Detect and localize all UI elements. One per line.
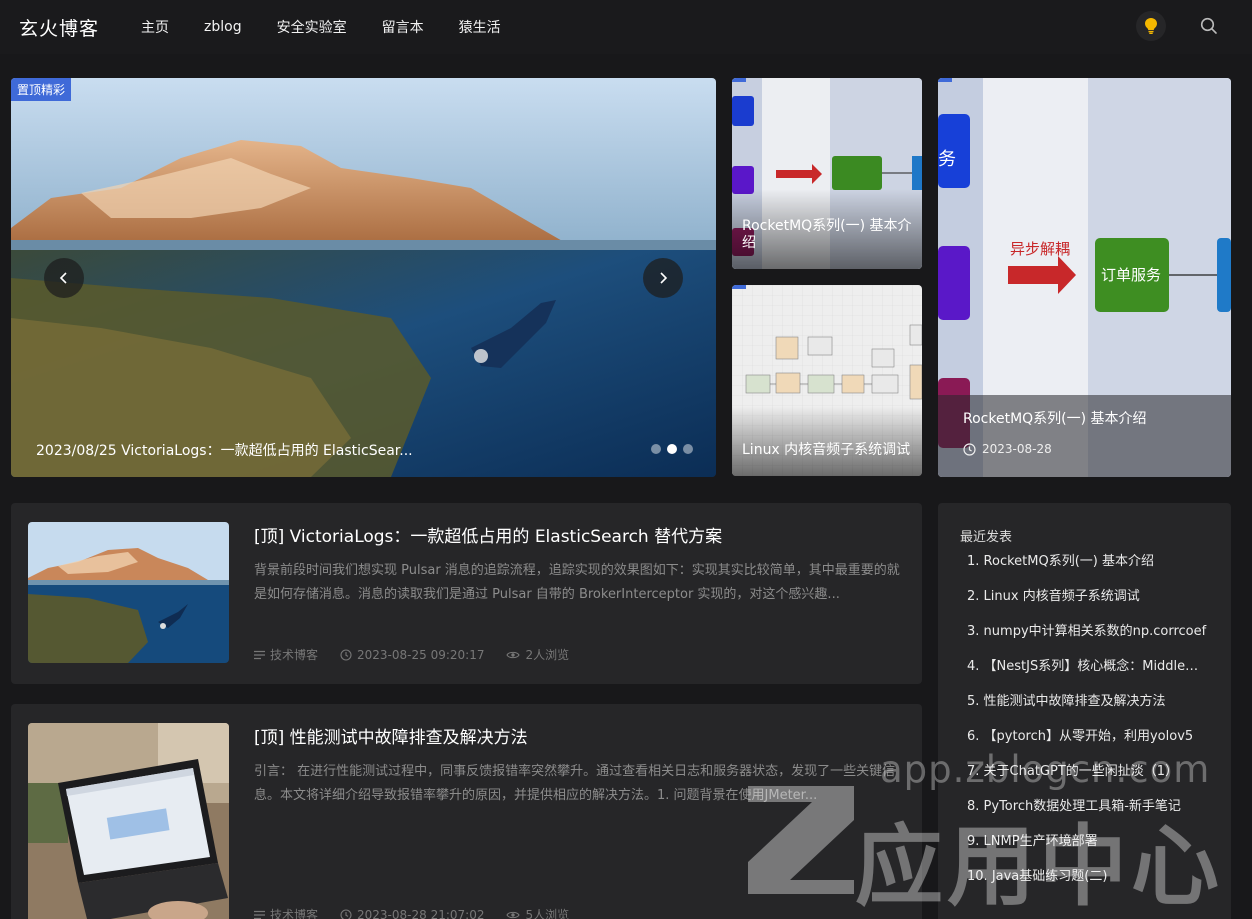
diagram-label: 订单服务 — [1101, 266, 1162, 284]
nav-zblog[interactable]: zblog — [204, 19, 242, 35]
post-excerpt: 背景前段时间我们想实现 Pulsar 消息的追踪流程，追踪实现的效果图如下：实现… — [254, 563, 900, 602]
clock-icon — [340, 648, 352, 661]
watermark-label: 应用中心 — [855, 815, 1224, 918]
main-nav: 主页 zblog 安全实验室 留言本 猿生活 — [141, 0, 536, 54]
chevron-left-icon — [59, 272, 67, 284]
top-header: 玄火博客 主页 zblog 安全实验室 留言本 猿生活 — [0, 0, 1252, 54]
item-title[interactable]: RocketMQ系列(一) 基本介绍 — [984, 554, 1154, 569]
widget-title: 最近发表 — [960, 530, 1013, 545]
item-title[interactable]: 【pytorch】从零开始，利用yolov5 — [984, 729, 1194, 744]
slide-caption[interactable]: 2023/08/25 VictoriaLogs：一款超低占用的 ElasticS… — [36, 440, 413, 460]
post-meta: 技术博客 2023-08-28 21:07:02 5人浏览 — [254, 906, 591, 919]
watermark-domain: app.zblogcn.com — [880, 748, 1211, 791]
recent-post-item[interactable]: 5. 性能测试中故障排查及解决方法 — [967, 691, 1207, 726]
item-title[interactable]: numpy中计算相关系数的np.corrcoef — [984, 624, 1207, 639]
category-label: 技术博客 — [270, 908, 319, 919]
post-title[interactable]: [顶] 性能测试中故障排查及解决方法 — [254, 723, 528, 748]
chevron-right-icon — [660, 272, 668, 284]
slider-dot-active[interactable] — [667, 444, 677, 454]
category-label: 技术博客 — [270, 648, 319, 662]
feature-card-rocketmq[interactable]: 务 异步解耦 订单服务 RocketMQ系列(一) 基本介绍 2023-08-2… — [938, 78, 1231, 477]
nav-guestbook[interactable]: 留言本 — [382, 17, 424, 37]
ocean-rock-image — [28, 522, 229, 663]
recent-post-item[interactable]: 1. RocketMQ系列(一) 基本介绍 — [967, 551, 1207, 586]
slider-next-button[interactable] — [643, 258, 683, 298]
slider-dots — [651, 444, 693, 454]
slide-image — [11, 78, 716, 477]
watermark-logo-icon — [748, 786, 854, 894]
slider-dot[interactable] — [651, 444, 661, 454]
feature-card-title[interactable]: RocketMQ系列(一) 基本介绍 — [963, 411, 1147, 428]
post-views: 5人浏览 — [506, 906, 569, 919]
slider-dot[interactable] — [683, 444, 693, 454]
eye-icon — [506, 911, 521, 918]
post-time: 2023-08-25 09:20:17 — [340, 648, 484, 662]
post-card[interactable]: [顶] VictoriaLogs：一款超低占用的 ElasticSearch 替… — [11, 503, 922, 684]
item-title[interactable]: Linux 内核音频子系统调试 — [984, 589, 1140, 604]
post-thumbnail[interactable] — [28, 723, 229, 919]
post-views: 2人浏览 — [506, 646, 569, 663]
recent-post-item[interactable]: 4. 【NestJS系列】核心概念：Middleware中间件 — [967, 656, 1207, 691]
pinned-tag: 置顶精彩 — [11, 78, 72, 101]
item-index: 3. — [967, 624, 984, 639]
clock-icon — [340, 908, 352, 919]
item-index: 2. — [967, 589, 984, 604]
item-title[interactable]: 性能测试中故障排查及解决方法 — [984, 694, 1166, 709]
post-category[interactable]: 技术博客 — [254, 906, 318, 919]
laptop-image — [28, 723, 229, 919]
post-thumbnail[interactable] — [28, 522, 229, 663]
list-icon — [254, 650, 265, 659]
nav-life[interactable]: 猿生活 — [459, 17, 501, 37]
post-meta: 技术博客 2023-08-25 09:20:17 2人浏览 — [254, 646, 591, 663]
site-logo[interactable]: 玄火博客 — [19, 14, 99, 41]
time-label: 2023-08-28 21:07:02 — [357, 907, 485, 919]
card-corner-mark — [732, 285, 746, 289]
diagram-label: 务 — [938, 149, 956, 170]
item-title[interactable]: 【NestJS系列】核心概念：Middleware中间件 — [984, 659, 1207, 674]
side-card-title[interactable]: Linux 内核音频子系统调试 — [742, 442, 910, 459]
card-corner-mark — [938, 78, 952, 82]
item-index: 1. — [967, 554, 984, 569]
post-time: 2023-08-28 21:07:02 — [340, 908, 484, 919]
featured-slider[interactable]: 置顶精彩 2023/08/25 VictoriaLogs：一款超低占用的 Ela… — [11, 78, 716, 477]
recent-post-item[interactable]: 2. Linux 内核音频子系统调试 — [967, 586, 1207, 621]
recent-post-item[interactable]: 3. numpy中计算相关系数的np.corrcoef — [967, 621, 1207, 656]
lightbulb-icon — [1145, 18, 1157, 34]
eye-icon — [506, 651, 521, 658]
post-category[interactable]: 技术博客 — [254, 646, 318, 663]
post-title[interactable]: [顶] VictoriaLogs：一款超低占用的 ElasticSearch 替… — [254, 522, 722, 547]
nav-security-lab[interactable]: 安全实验室 — [277, 17, 347, 37]
side-card-title[interactable]: RocketMQ系列(一) 基本介绍 — [742, 218, 917, 252]
list-icon — [254, 910, 265, 919]
card-corner-mark — [732, 78, 746, 82]
diagram-label: 异步解耦 — [1010, 240, 1071, 258]
item-index: 4. — [967, 659, 984, 674]
theme-toggle-button[interactable] — [1136, 11, 1166, 41]
side-card-rocketmq[interactable]: RocketMQ系列(一) 基本介绍 — [732, 78, 922, 269]
card-shade — [732, 406, 922, 476]
search-icon — [1200, 17, 1217, 34]
feature-card-date: 2023-08-28 — [963, 442, 1052, 456]
item-index: 5. — [967, 694, 984, 709]
time-label: 2023-08-25 09:20:17 — [357, 647, 485, 662]
item-index: 6. — [967, 729, 984, 744]
search-button[interactable] — [1198, 15, 1220, 37]
feature-date-text: 2023-08-28 — [982, 442, 1052, 456]
side-card-linux-audio[interactable]: Linux 内核音频子系统调试 — [732, 285, 922, 476]
slider-prev-button[interactable] — [44, 258, 84, 298]
views-label: 5人浏览 — [525, 908, 570, 919]
card-shade — [938, 395, 1231, 477]
nav-home[interactable]: 主页 — [141, 17, 169, 37]
views-label: 2人浏览 — [525, 648, 570, 662]
clock-icon — [963, 442, 976, 456]
